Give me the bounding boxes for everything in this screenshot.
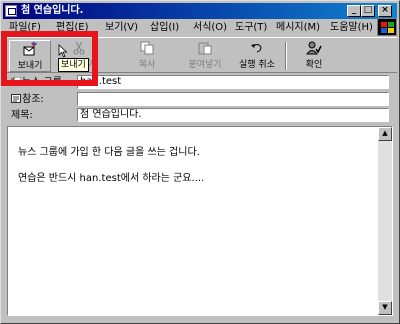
undo-button[interactable]: 실행 취소 xyxy=(235,40,279,72)
paste-button[interactable]: 붙여넣기 xyxy=(183,40,227,72)
close-button[interactable]: × xyxy=(378,5,392,17)
cc-label: 참조: xyxy=(22,94,44,105)
send-tooltip: 보내기 xyxy=(58,58,89,72)
paste-label: 붙여넣기 xyxy=(188,60,222,70)
cc-label-wrap[interactable]: 참조: xyxy=(11,92,44,107)
newsgroups-field[interactable]: han.test xyxy=(77,75,389,89)
copy-button[interactable]: 복사 xyxy=(127,40,167,72)
minimize-button[interactable]: _ xyxy=(347,5,361,17)
subject-field[interactable]: 첨 연습입니다. xyxy=(77,108,389,122)
title-bar[interactable]: 첨 연습입니다. _ □ × xyxy=(3,3,397,19)
window-title: 첨 연습입니다. xyxy=(21,5,84,16)
undo-icon xyxy=(251,44,262,53)
scroll-down-button[interactable]: ▼ xyxy=(378,301,392,315)
body-line-2: 연습은 반드시 han.test에서 하라는 군요.... xyxy=(18,173,205,184)
copy-label: 복사 xyxy=(138,60,156,70)
undo-label: 실행 취소 xyxy=(239,60,275,70)
address-book-icon xyxy=(11,94,21,103)
check-names-icon xyxy=(306,41,322,55)
body-line-1: 뉴스 그룹에 가입 한 다음 글을 쓰는 겁니다. xyxy=(18,147,200,158)
paste-icon xyxy=(198,42,212,55)
vertical-scrollbar[interactable]: ▲ ▼ xyxy=(378,127,392,315)
menu-view[interactable]: 보기(V) xyxy=(105,20,138,36)
subject-label: 제목: xyxy=(11,110,33,121)
subject-row: 제목: 첨 연습입니다. xyxy=(11,108,391,123)
menu-insert[interactable]: 삽입(I) xyxy=(150,20,179,36)
message-body[interactable]: 뉴스 그룹에 가입 한 다음 글을 쓰는 겁니다. 연습은 반드시 han.te… xyxy=(7,126,393,316)
menu-tools[interactable]: 도구(T) xyxy=(235,20,267,36)
menu-format[interactable]: 서식(O) xyxy=(193,20,227,36)
windows-logo-icon xyxy=(377,18,397,36)
check-names-button[interactable]: 확인 xyxy=(297,40,331,72)
copy-icon xyxy=(140,41,154,55)
scroll-up-button[interactable]: ▲ xyxy=(378,127,392,141)
compose-window: 첨 연습입니다. _ □ × 파일(F) 편집(E) 보기(V) 삽입(I) 서… xyxy=(0,0,400,324)
menu-help[interactable]: 도움말(H) xyxy=(330,20,373,36)
mouse-cursor-icon xyxy=(58,44,68,58)
cc-row: 참조: xyxy=(11,92,391,107)
cc-field[interactable] xyxy=(77,92,389,106)
menu-message[interactable]: 메시지(M) xyxy=(276,20,320,36)
message-icon xyxy=(5,5,17,17)
check-names-label: 확인 xyxy=(305,60,323,70)
maximize-button[interactable]: □ xyxy=(361,5,375,17)
toolbar-separator xyxy=(285,42,287,70)
